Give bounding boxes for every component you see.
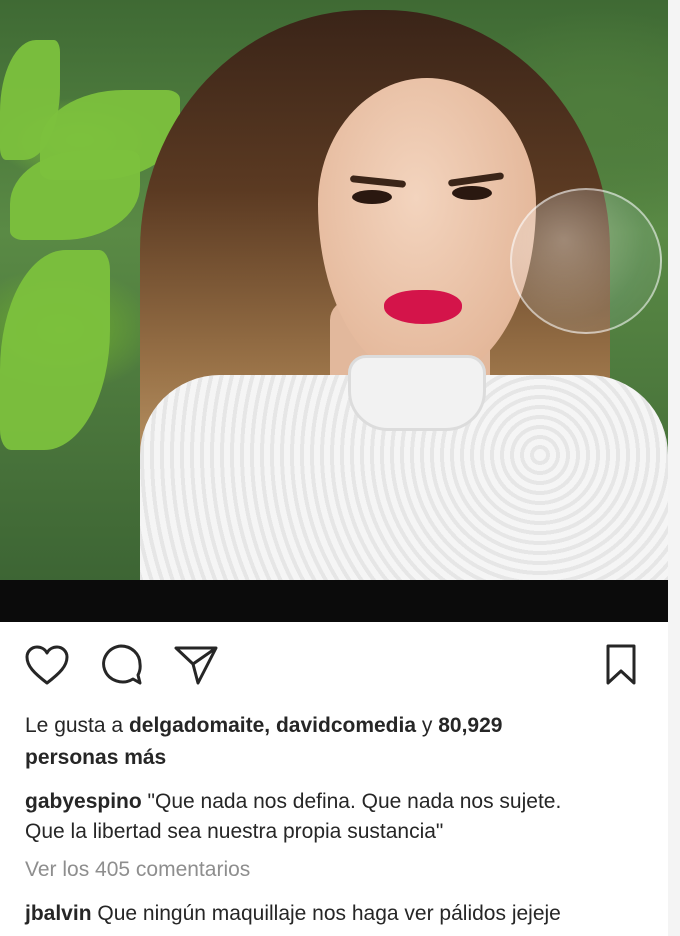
bookmark-icon [606, 644, 636, 685]
screen-edge [668, 0, 680, 936]
comment-button[interactable] [96, 640, 146, 690]
likes-count[interactable]: 80,929 [438, 714, 502, 737]
soap-bubble [510, 188, 662, 334]
caption-username[interactable]: gabyespino [25, 790, 142, 813]
likes-summary-cont: personas más [25, 744, 166, 772]
save-button[interactable] [596, 640, 646, 690]
caption-text-2: Que la libertad sea nuestra propia susta… [25, 820, 444, 843]
likes-summary: Le gusta a delgadomaite, davidcomedia y … [25, 712, 502, 740]
likes-suffix[interactable]: personas más [25, 746, 166, 769]
leaf-shape [0, 250, 110, 450]
like-button[interactable] [22, 640, 72, 690]
caption-text-1: "Que nada nos defina. Que nada nos sujet… [147, 790, 562, 813]
view-comments-link[interactable]: Ver los 405 comentarios [25, 856, 250, 884]
share-button[interactable] [171, 640, 221, 690]
post-photo[interactable] [0, 0, 668, 580]
caption-line-1: gabyespino "Que nada nos defina. Que nad… [25, 788, 561, 816]
likes-prefix: Le gusta a [25, 714, 124, 737]
likes-connector: y [421, 714, 433, 737]
portrait-eye [352, 190, 392, 204]
portrait-collar [348, 355, 486, 431]
photo-bottom-bar [0, 580, 668, 622]
portrait-lips [384, 290, 462, 324]
comment-username[interactable]: jbalvin [25, 902, 92, 925]
comment-row: jbalvin Que ningún maquillaje nos haga v… [25, 900, 561, 928]
paper-plane-icon [174, 646, 218, 685]
caption-line-2: Que la libertad sea nuestra propia susta… [25, 818, 443, 846]
leaf-shape [10, 150, 140, 240]
post-actions [0, 640, 668, 696]
portrait-eye [452, 186, 492, 200]
heart-icon [25, 645, 69, 685]
comment-bubble-icon [102, 644, 142, 685]
comment-text: Que ningún maquillaje nos haga ver pálid… [97, 902, 561, 925]
liked-by-users[interactable]: delgadomaite, davidcomedia [129, 714, 416, 737]
